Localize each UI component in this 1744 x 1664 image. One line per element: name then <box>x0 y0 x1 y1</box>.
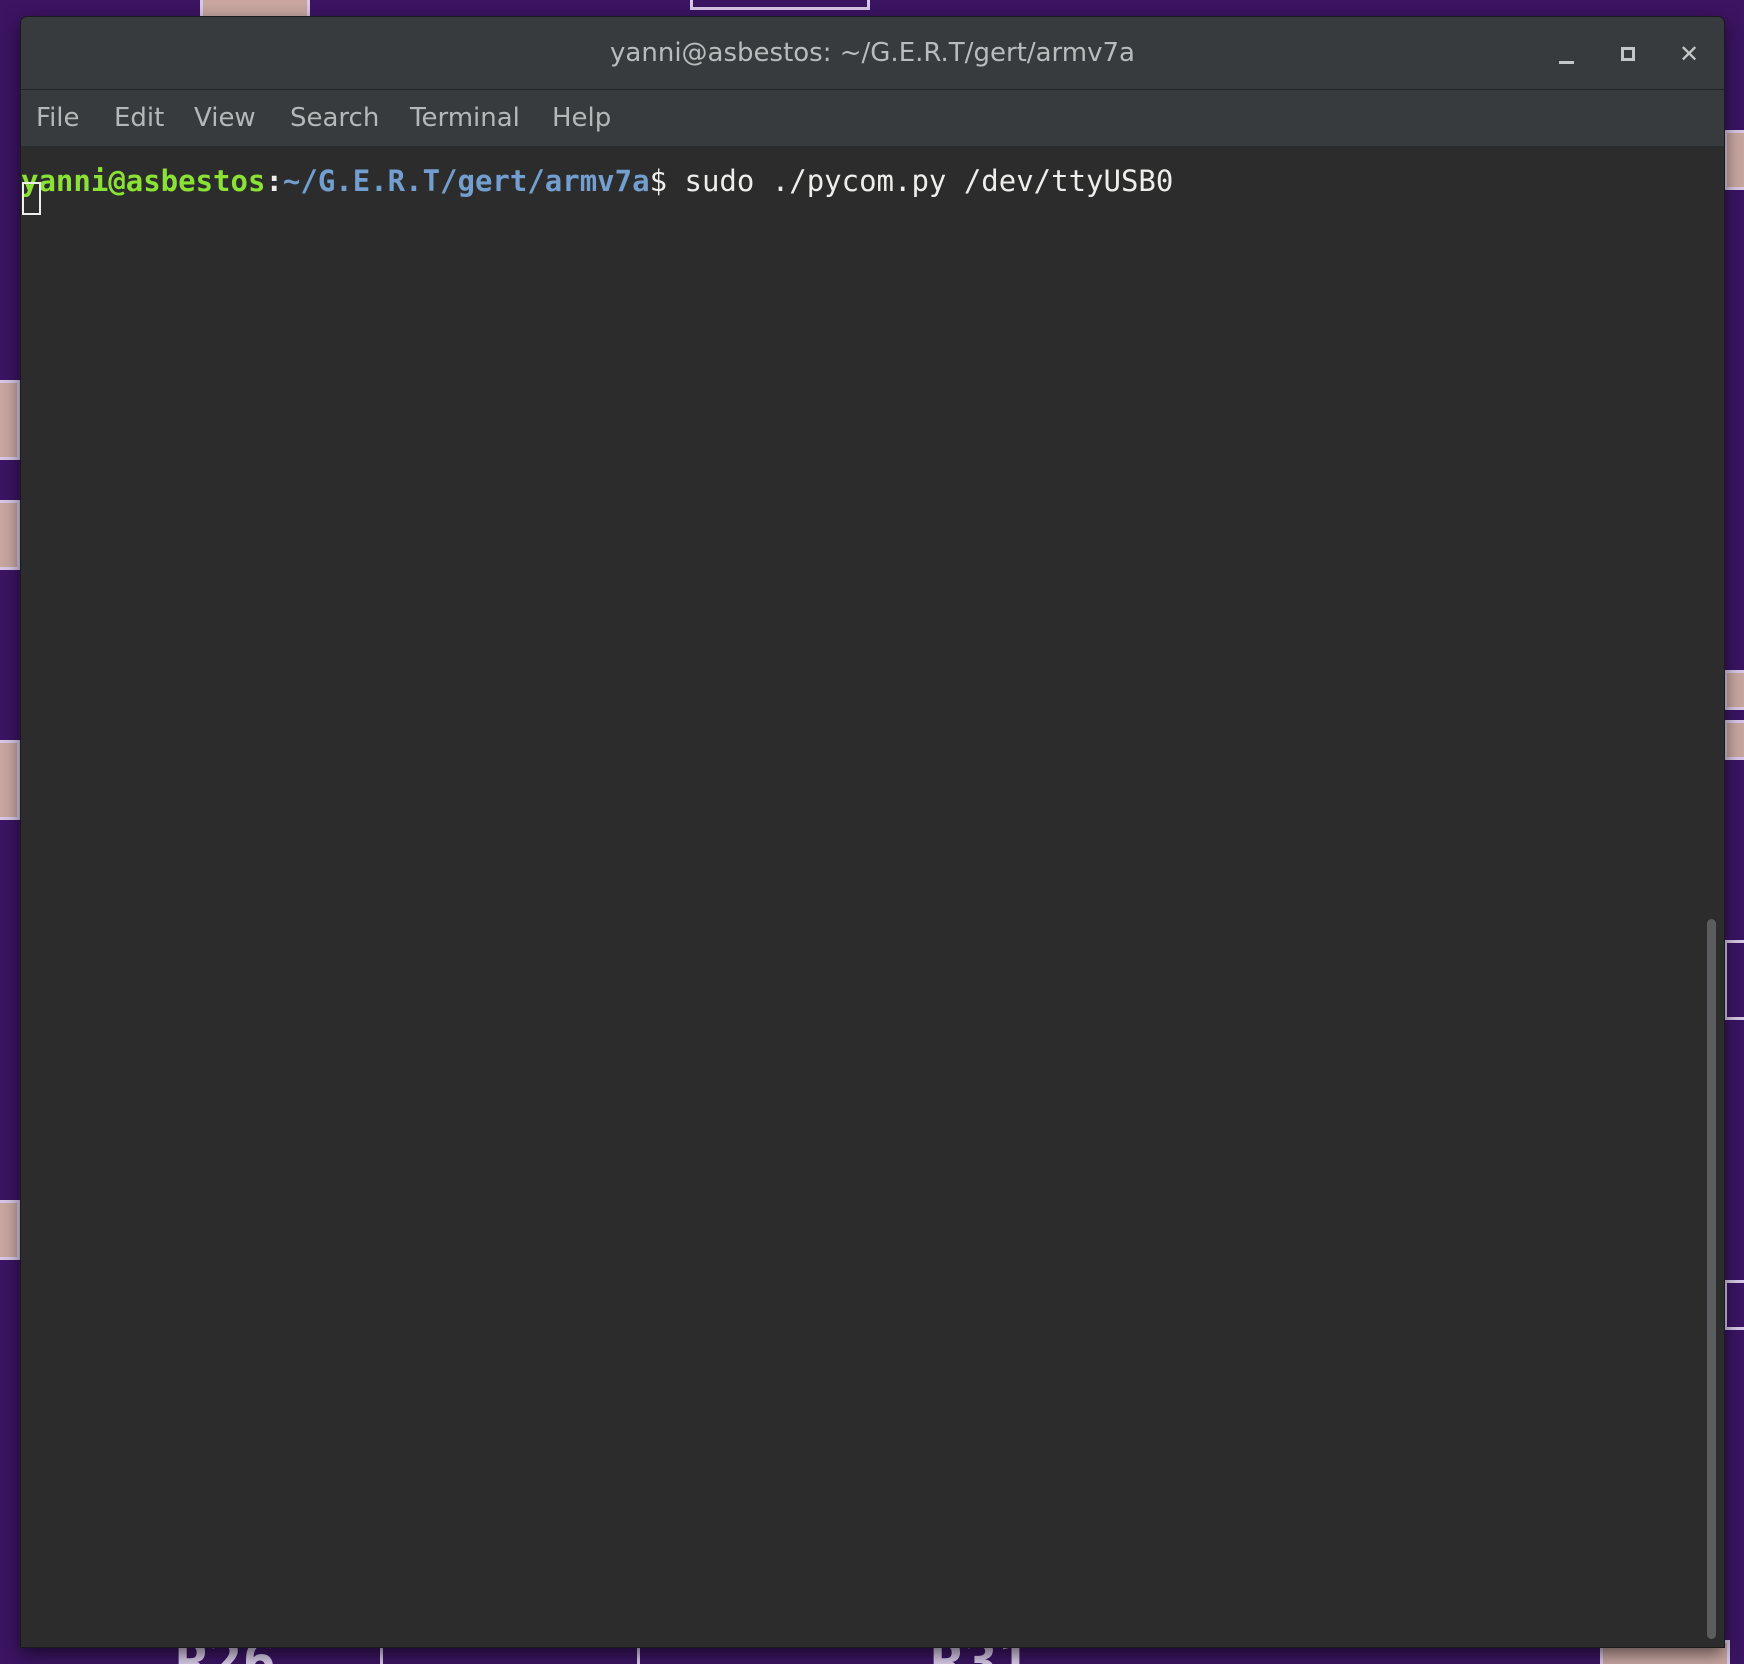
text-cursor <box>22 182 41 215</box>
scrollbar[interactable] <box>1701 147 1724 1647</box>
circuit-trace <box>0 500 20 570</box>
window-titlebar[interactable]: yanni@asbestos: ~/G.E.R.T/gert/armv7a ✕ <box>21 17 1724 90</box>
circuit-trace <box>1724 670 1744 710</box>
circuit-trace <box>0 380 20 460</box>
circuit-trace <box>1724 130 1744 190</box>
circuit-trace <box>690 0 870 10</box>
circuit-trace <box>0 1200 20 1260</box>
prompt-colon: : <box>265 164 283 198</box>
circuit-trace <box>0 740 20 820</box>
prompt-path: ~/G.E.R.T/gert/armv7a <box>282 164 650 198</box>
maximize-icon[interactable] <box>1613 39 1643 69</box>
menu-help[interactable]: Help <box>552 90 611 146</box>
prompt-symbol: $ <box>649 164 668 198</box>
prompt-line: yanni@asbestos:~/G.E.R.T/gert/armv7a$ su… <box>21 163 1173 199</box>
circuit-trace <box>380 1645 640 1664</box>
terminal-window[interactable]: yanni@asbestos: ~/G.E.R.T/gert/armv7a ✕ … <box>21 17 1724 1647</box>
menu-search[interactable]: Search <box>290 90 379 146</box>
window-title: yanni@asbestos: ~/G.E.R.T/gert/armv7a <box>610 38 1135 68</box>
circuit-trace <box>1724 1280 1744 1330</box>
menu-file[interactable]: File <box>36 90 80 146</box>
minimize-icon[interactable] <box>1551 39 1581 69</box>
command-text: sudo ./pycom.py /dev/ttyUSB0 <box>667 164 1174 198</box>
menu-terminal[interactable]: Terminal <box>410 90 520 146</box>
scrollbar-thumb[interactable] <box>1707 919 1716 1639</box>
circuit-trace <box>1724 720 1744 760</box>
menu-view[interactable]: View <box>194 90 256 146</box>
terminal-output[interactable]: yanni@asbestos:~/G.E.R.T/gert/armv7a$ su… <box>21 147 1701 1647</box>
circuit-trace <box>1724 940 1744 1020</box>
menu-bar: File Edit View Search Terminal Help <box>21 90 1724 147</box>
close-icon[interactable]: ✕ <box>1674 39 1704 69</box>
prompt-user: yanni@asbestos <box>21 164 266 198</box>
menu-edit[interactable]: Edit <box>114 90 164 146</box>
